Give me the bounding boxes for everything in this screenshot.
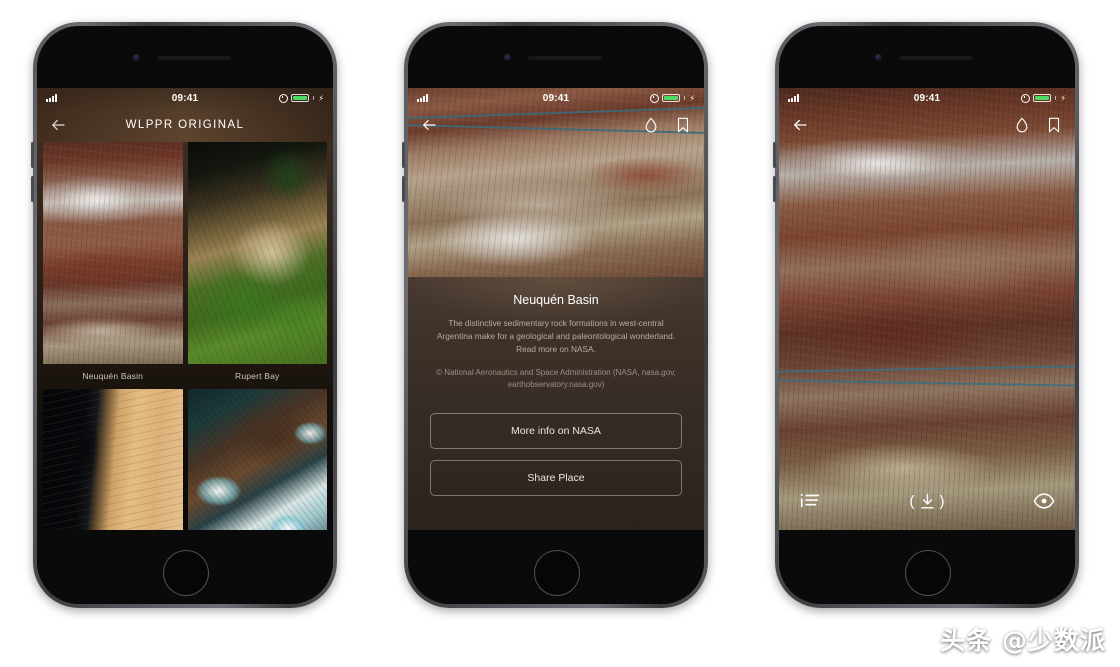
phone3-status-bar: 09:41 ⚡ [779, 88, 1075, 108]
download-icon[interactable]: ( ) [910, 492, 945, 511]
status-battery-area: ⚡ [569, 93, 696, 103]
earpiece-speaker [528, 56, 602, 60]
phone-device-fullscreen: 09:41 ⚡ () [773, 22, 1079, 608]
top-bezel [37, 26, 333, 88]
volume-up-button[interactable] [773, 142, 776, 168]
thumbnail-salt-flats[interactable] [187, 389, 327, 530]
thumbnail-rupert-bay[interactable] [187, 142, 327, 364]
phone-device-grid: 09:41 ⚡ WLPPR ORIGINAL Neuquén Basin Rup… [31, 22, 337, 608]
phone-inner-bezel: 09:41 ⚡ [779, 26, 1075, 604]
share-place-button[interactable]: Share Place [430, 459, 682, 496]
front-camera-icon [133, 54, 140, 61]
volume-up-button[interactable] [402, 142, 405, 168]
volume-down-button[interactable] [31, 176, 34, 202]
page-title: WLPPR ORIGINAL [125, 119, 245, 131]
charging-bolt-icon: ⚡ [689, 93, 696, 103]
signal-bars-icon [46, 94, 57, 102]
phone2-screen: 09:41 ⚡ Neuquén Basin The distinctive se… [408, 88, 704, 530]
thumbnail-label: Rupert Bay [234, 371, 280, 381]
back-arrow-icon[interactable] [791, 116, 809, 134]
screenshot-stage: 09:41 ⚡ WLPPR ORIGINAL Neuquén Basin Rup… [0, 0, 1120, 667]
water-drop-icon[interactable] [1013, 116, 1031, 134]
download-arc-left: ( [909, 492, 915, 510]
phone1-status-bar: 09:41 ⚡ [37, 88, 333, 108]
home-button[interactable] [905, 550, 951, 596]
watermark: 头条 @少数派 [940, 626, 1106, 655]
earpiece-speaker [899, 56, 973, 60]
status-signal-area [788, 94, 914, 102]
phone-inner-bezel: 09:41 ⚡ WLPPR ORIGINAL Neuquén Basin Rup… [37, 26, 333, 604]
battery-icon [661, 94, 680, 102]
phone3-screen: 09:41 ⚡ () [779, 88, 1075, 530]
status-battery-area: ⚡ [940, 93, 1067, 103]
grid-item-dunes[interactable] [43, 389, 183, 530]
volume-down-button[interactable] [773, 176, 776, 202]
phone3-nav-bar [779, 108, 1075, 142]
info-list-icon[interactable] [799, 490, 821, 512]
wallpaper-grid[interactable]: Neuquén Basin Rupert Bay [37, 142, 333, 530]
water-drop-icon[interactable] [642, 116, 660, 134]
status-time: 09:41 [913, 92, 941, 104]
more-info-on-nasa-button[interactable]: More info on NASA [430, 412, 682, 449]
phone2-nav-bar [408, 108, 704, 142]
volume-up-button[interactable] [31, 142, 34, 168]
back-arrow-icon[interactable] [49, 116, 67, 134]
eye-icon[interactable] [1033, 490, 1055, 512]
detail-panel: Neuquén Basin The distinctive sedimentar… [408, 277, 704, 530]
phone1-nav-bar: WLPPR ORIGINAL [37, 108, 333, 142]
detail-actions: More info on NASA Share Place [430, 412, 682, 496]
battery-cap [1054, 96, 1057, 100]
phone-inner-bezel: 09:41 ⚡ [408, 26, 704, 604]
status-time: 09:41 [171, 92, 199, 104]
thumbnail-label: Neuquén Basin [82, 371, 144, 381]
bookmark-icon[interactable] [1045, 116, 1063, 134]
thumbnail-coastal-dunes[interactable] [43, 389, 183, 530]
phone2-status-bar: 09:41 ⚡ [408, 88, 704, 108]
volume-down-button[interactable] [402, 176, 405, 202]
bottom-bezel [37, 538, 333, 604]
home-button[interactable] [163, 550, 209, 596]
front-camera-icon [504, 54, 511, 61]
home-button[interactable] [534, 550, 580, 596]
grid-item-neuquen[interactable]: Neuquén Basin [43, 142, 183, 389]
signal-bars-icon [417, 94, 428, 102]
grid-row-2 [37, 389, 333, 530]
battery-cap [683, 96, 686, 100]
status-battery-area: ⚡ [198, 93, 325, 103]
battery-cap [312, 96, 315, 100]
detail-title: Neuquén Basin [513, 293, 599, 307]
top-bezel [408, 26, 704, 88]
alarm-clock-icon [1020, 93, 1030, 103]
charging-bolt-icon: ⚡ [1060, 93, 1067, 103]
alarm-clock-icon [278, 93, 288, 103]
thumbnail-neuquen-basin[interactable] [43, 142, 183, 364]
top-bezel [779, 26, 1075, 88]
battery-icon [1032, 94, 1051, 102]
phone-device-detail: 09:41 ⚡ Neuquén Basin The distinctive se… [402, 22, 708, 608]
grid-item-salt[interactable] [187, 389, 327, 530]
front-camera-icon [875, 54, 882, 61]
battery-icon [290, 94, 309, 102]
bookmark-icon[interactable] [674, 116, 692, 134]
bottom-bezel [408, 538, 704, 604]
signal-bars-icon [788, 94, 799, 102]
bottom-bezel [779, 538, 1075, 604]
phone1-screen: 09:41 ⚡ WLPPR ORIGINAL Neuquén Basin Rup… [37, 88, 333, 530]
grid-item-rupert[interactable]: Rupert Bay [187, 142, 327, 389]
detail-description: The distinctive sedimentary rock formati… [436, 318, 675, 354]
charging-bolt-icon: ⚡ [318, 93, 325, 103]
status-signal-area [417, 94, 543, 102]
fullscreen-satellite-image[interactable] [779, 88, 1075, 530]
status-time: 09:41 [542, 92, 570, 104]
back-arrow-icon[interactable] [420, 116, 438, 134]
detail-credit: © National Aeronautics and Space Adminis… [436, 367, 676, 389]
status-signal-area [46, 94, 172, 102]
phone3-bottom-toolbar: ( ) [779, 486, 1075, 516]
alarm-clock-icon [649, 93, 659, 103]
grid-row-1: Neuquén Basin Rupert Bay [37, 142, 333, 389]
download-arc-right: ) [939, 492, 945, 510]
earpiece-speaker [157, 56, 231, 60]
nav-spacer [303, 116, 321, 134]
